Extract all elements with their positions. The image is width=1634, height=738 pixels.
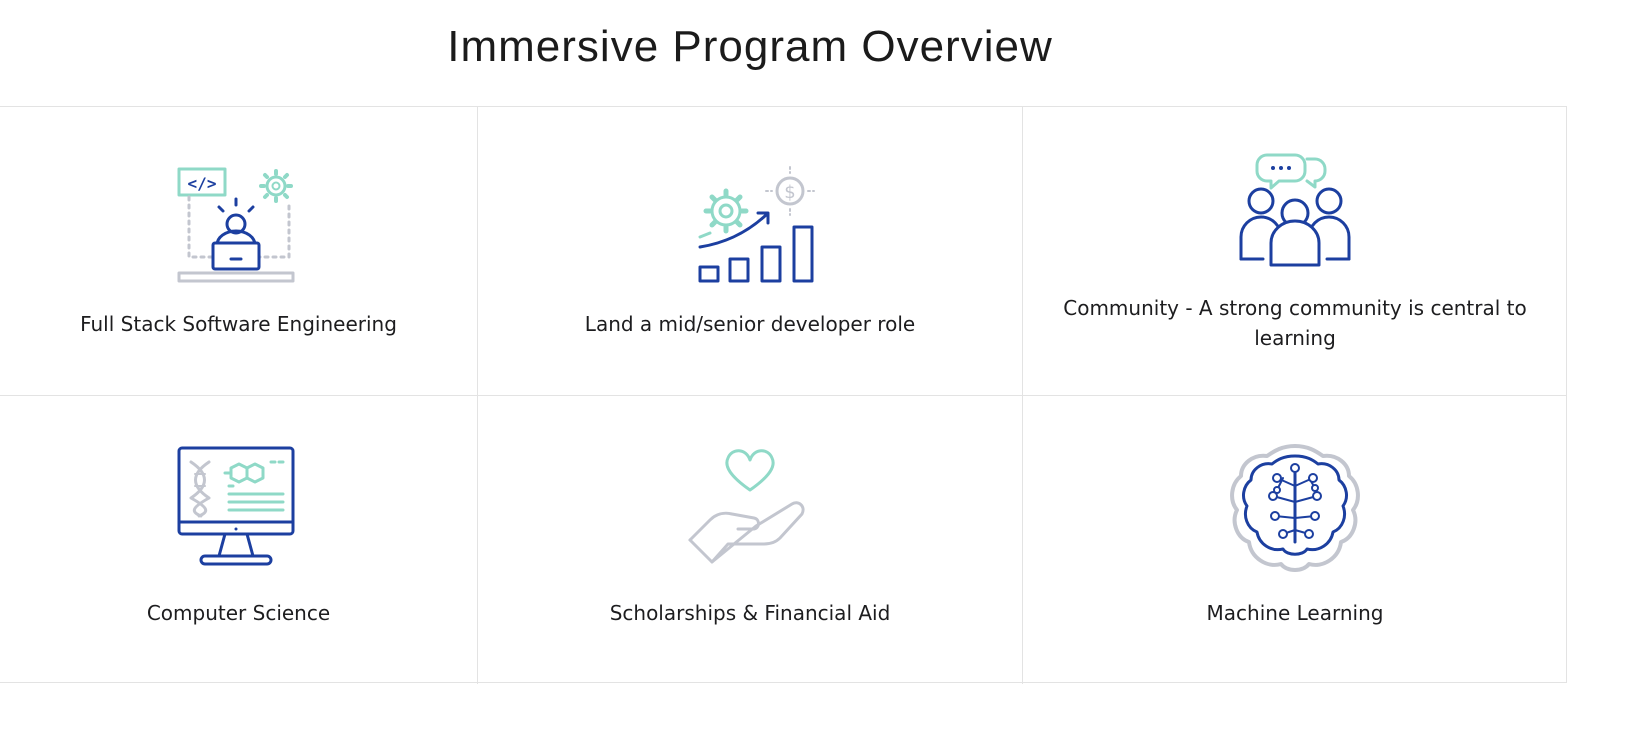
card-label: Scholarships & Financial Aid	[609, 601, 891, 625]
community-group-icon	[1225, 145, 1365, 285]
card-label: Land a mid/senior developer role	[584, 312, 916, 336]
card-label: Full Stack Software Engineering	[80, 312, 397, 336]
card-developer-role[interactable]: $ Land a mid/senior developer role	[478, 107, 1023, 396]
program-overview-page: Immersive Program Overview </> Full Stac…	[0, 0, 1634, 738]
card-scholarships[interactable]: Scholarships & Financial Aid	[478, 396, 1023, 684]
svg-text:</>: </>	[187, 174, 216, 193]
card-label: Computer Science	[146, 601, 331, 625]
svg-text:$: $	[784, 182, 795, 203]
card-label: Community - A strong community is centra…	[1063, 296, 1527, 350]
computer-dna-icon	[169, 438, 309, 578]
card-community[interactable]: Community - A strong community is centra…	[1023, 107, 1567, 396]
card-machine-learning[interactable]: Machine Learning	[1023, 396, 1567, 684]
developer-laptop-icon: </>	[169, 149, 309, 289]
card-label: Machine Learning	[1206, 601, 1384, 625]
brain-tree-icon	[1225, 438, 1365, 578]
card-full-stack[interactable]: </> Full Stack Software Engineering	[0, 107, 478, 396]
growth-chart-icon: $	[680, 149, 820, 289]
program-grid: </> Full Stack Software Engineering $ La…	[0, 106, 1567, 684]
card-computer-science[interactable]: Computer Science	[0, 396, 478, 684]
page-title: Immersive Program Overview	[447, 22, 1053, 71]
heart-hand-icon	[680, 438, 820, 578]
